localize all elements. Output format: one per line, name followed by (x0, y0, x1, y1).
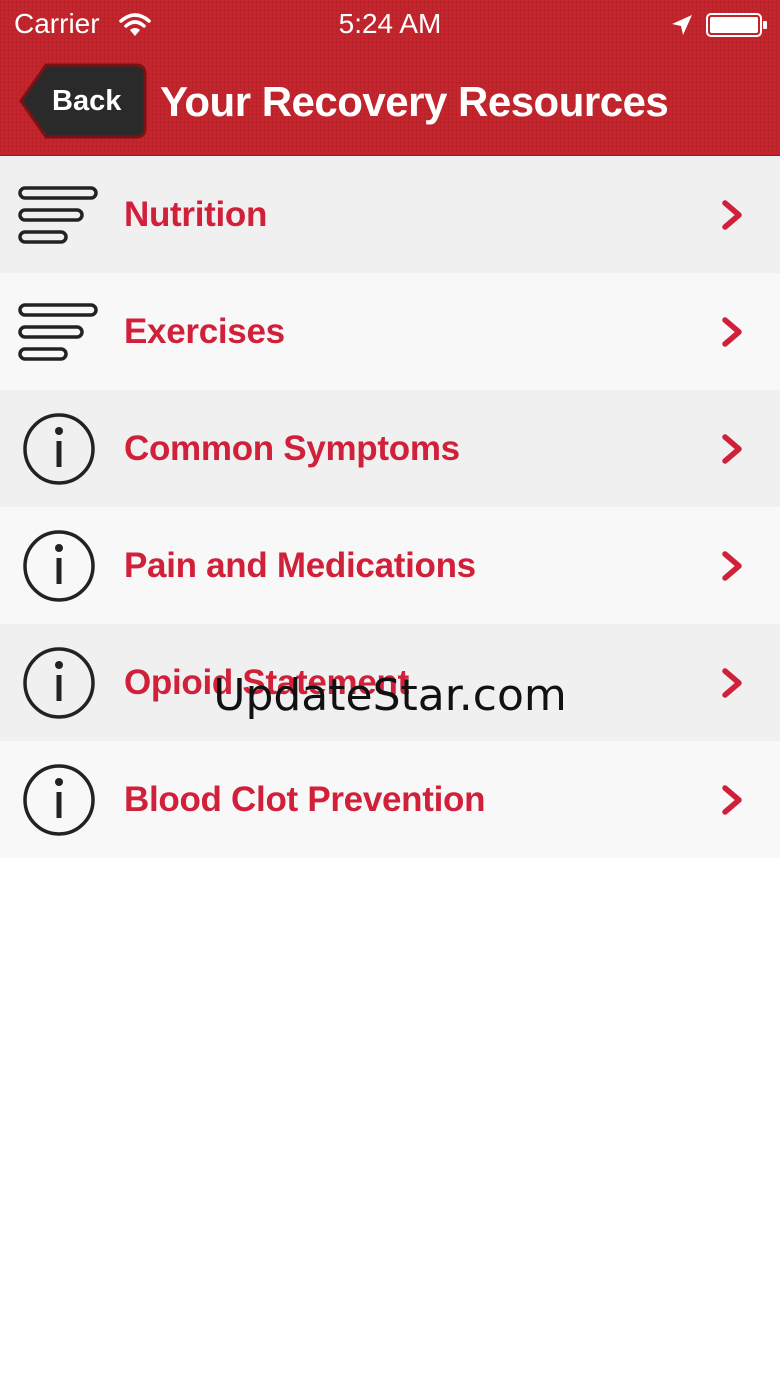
back-button-label: Back (52, 85, 122, 117)
chevron-right-icon (722, 785, 742, 815)
list-item-nutrition[interactable]: Nutrition (0, 156, 780, 273)
chevron-right-icon (722, 200, 742, 230)
chevron-right-icon (722, 434, 742, 464)
list-item-blood-clot-prevention[interactable]: Blood Clot Prevention (0, 741, 780, 858)
status-time: 5:24 AM (338, 8, 442, 39)
screen: Carrier 5:24 AM Back Your Recovery Resou… (0, 0, 780, 1387)
list-item-opioid-statement[interactable]: Opioid Statement (0, 624, 780, 741)
chevron-right-icon (722, 317, 742, 347)
list-item-label: Exercises (124, 312, 285, 351)
page-title: Your Recovery Resources (160, 78, 669, 125)
list-item-label: Common Symptoms (124, 429, 460, 468)
info-icon (23, 530, 95, 602)
list-item-label: Pain and Medications (124, 546, 476, 585)
info-icon (23, 647, 95, 719)
header: Carrier 5:24 AM Back Your Recovery Resou… (0, 0, 780, 156)
location-arrow-icon (672, 15, 692, 35)
status-bar: Carrier 5:24 AM (0, 0, 780, 50)
text-lines-icon (18, 303, 98, 361)
text-lines-icon (18, 186, 98, 244)
list-item-label: Nutrition (124, 195, 268, 234)
list-item-exercises[interactable]: Exercises (0, 273, 780, 390)
chevron-right-icon (722, 668, 742, 698)
chevron-right-icon (722, 551, 742, 581)
resource-list: Nutrition Exercises Common Symptoms Pain… (0, 156, 780, 858)
nav-bar: Back Your Recovery Resources (0, 50, 780, 155)
info-icon (23, 764, 95, 836)
list-item-pain-and-medications[interactable]: Pain and Medications (0, 507, 780, 624)
list-item-label: Blood Clot Prevention (124, 780, 486, 819)
list-item-label: Opioid Statement (124, 663, 409, 702)
info-icon (23, 413, 95, 485)
list-item-common-symptoms[interactable]: Common Symptoms (0, 390, 780, 507)
back-button[interactable]: Back (18, 62, 148, 140)
battery-icon (706, 13, 767, 37)
